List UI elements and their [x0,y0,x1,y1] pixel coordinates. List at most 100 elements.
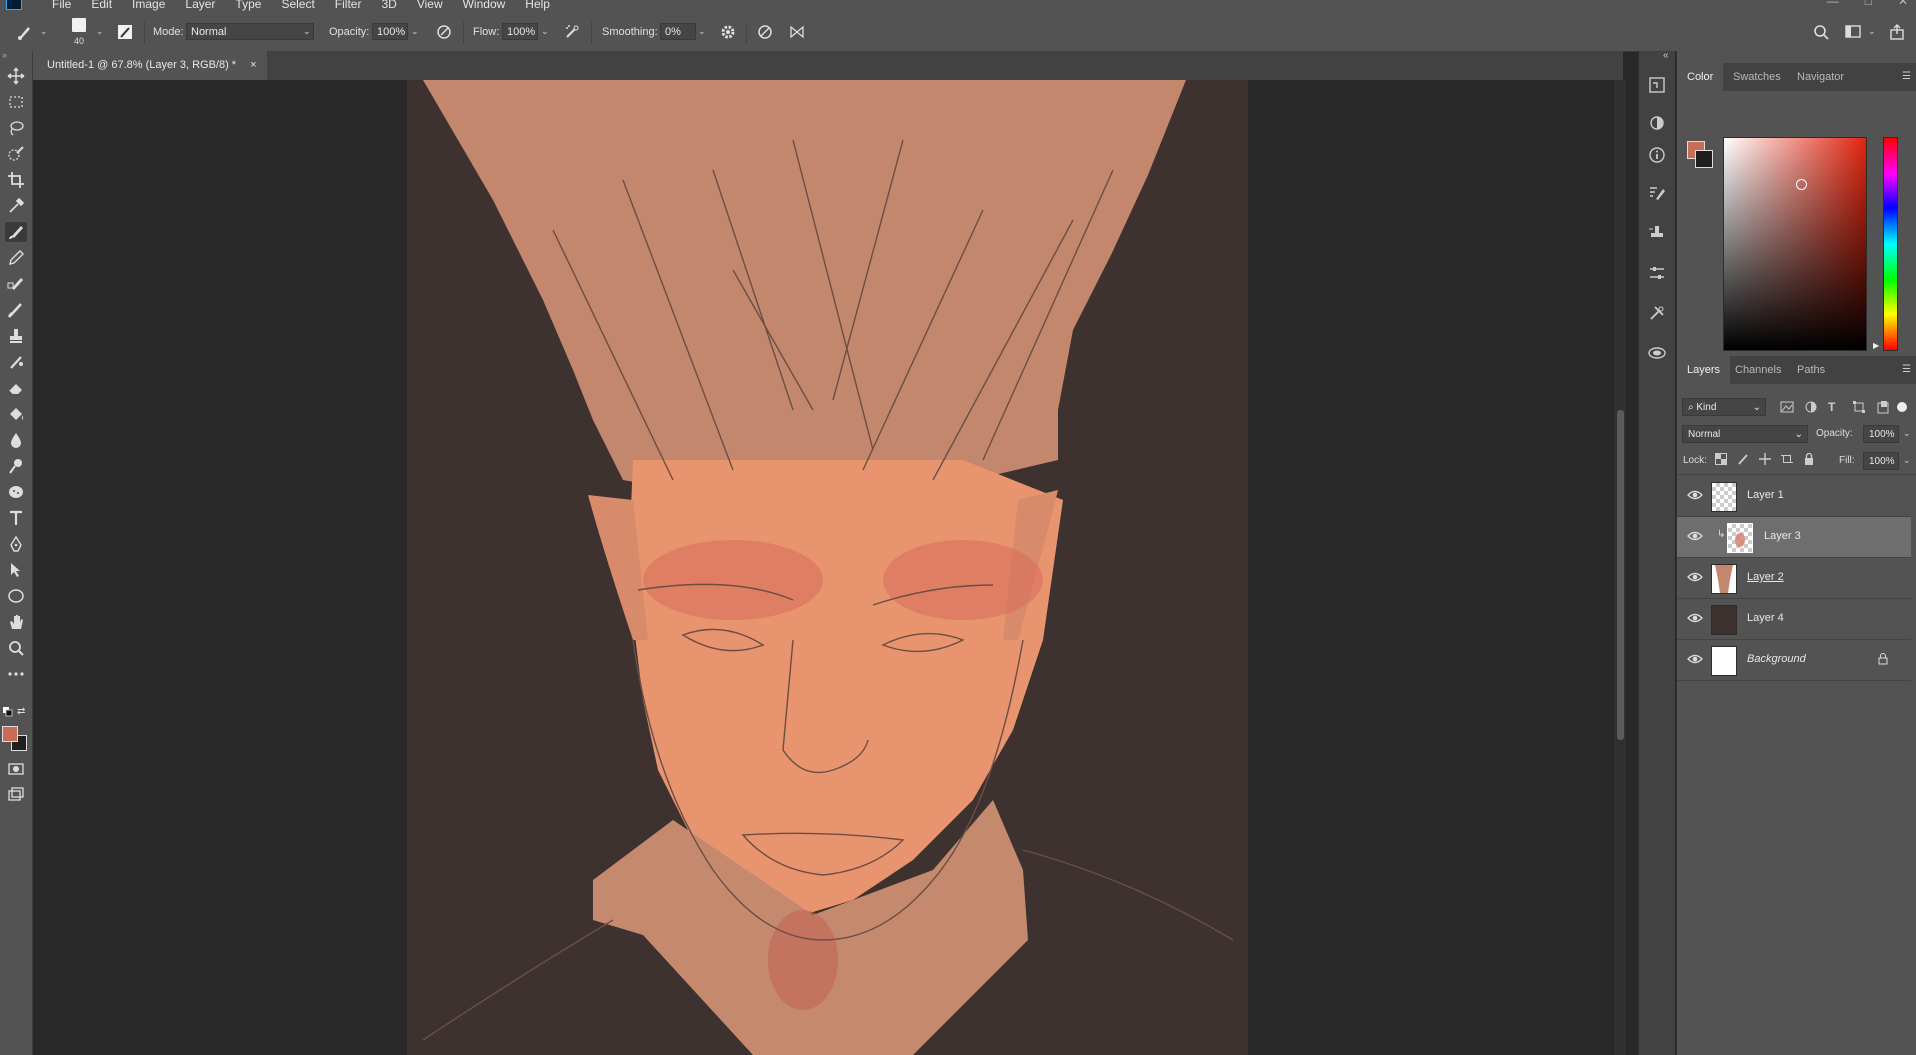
visibility-eye-icon[interactable] [1687,570,1703,584]
filter-type-layer-icon[interactable]: T [1828,400,1842,414]
opacity-field[interactable]: 100% [372,23,408,40]
layer-opacity-field[interactable]: 100% [1863,425,1899,443]
flow-dropdown-icon[interactable]: ⌄ [541,23,549,40]
document-tab[interactable]: Untitled-1 @ 67.8% (Layer 3, RGB/8) * × [33,51,267,80]
flow-field[interactable]: 100% [502,23,538,40]
minimize-icon[interactable]: — [1827,0,1839,8]
pressure-opacity-icon[interactable] [435,23,453,41]
filter-toggle-icon[interactable] [1897,402,1907,412]
visibility-eye-icon[interactable] [1687,611,1703,625]
toolbar-collapse-icon[interactable]: » [2,50,7,60]
layer-filter-kind-select[interactable]: ⌕ Kind ⌄ [1682,398,1766,416]
default-colors-icon[interactable] [3,707,13,717]
paint-bucket-tool-icon[interactable] [5,404,27,424]
brush-tool-icon[interactable] [5,222,27,242]
maximize-icon[interactable]: □ [1865,0,1872,8]
canvas-area[interactable] [33,80,1623,1055]
tab-layers[interactable]: Layers [1677,356,1731,384]
layer-name[interactable]: Layer 3 [1764,530,1801,542]
menu-3d[interactable]: 3D [371,0,406,11]
visibility-eye-icon[interactable] [1687,529,1703,543]
menu-file[interactable]: File [42,0,81,11]
color-picker-field[interactable] [1723,137,1867,351]
mixer-brush-tool-icon[interactable] [5,274,27,294]
tab-channels[interactable]: Channels [1735,356,1781,384]
menu-filter[interactable]: Filter [325,0,372,11]
menu-type[interactable]: Type [225,0,271,11]
filter-smart-object-icon[interactable] [1876,400,1890,414]
crop-tool-icon[interactable] [5,170,27,190]
tab-swatches[interactable]: Swatches [1733,63,1781,91]
layers-panel-menu-icon[interactable]: ☰ [1902,364,1911,375]
tool-preset-dropdown-icon[interactable]: ⌄ [40,23,48,40]
smoothing-options-gear-icon[interactable] [719,23,737,41]
opacity-dropdown-icon[interactable]: ⌄ [411,23,419,40]
info-panel-icon[interactable] [1647,145,1667,165]
lock-position-icon[interactable] [1759,453,1771,465]
close-window-icon[interactable]: ✕ [1898,0,1908,8]
brush-preview-icon[interactable] [72,18,86,32]
smoothing-field[interactable]: 0% [660,23,696,40]
properties-panel-icon[interactable] [1647,263,1667,283]
blend-mode-select[interactable]: Normal ⌄ [1682,425,1808,443]
lock-image-pixels-icon[interactable] [1737,453,1749,465]
hand-tool-icon[interactable] [5,612,27,632]
color-panel-menu-icon[interactable]: ☰ [1902,71,1911,82]
layer-name[interactable]: Background [1747,653,1806,665]
lasso-tool-icon[interactable] [5,118,27,138]
search-icon[interactable] [1812,23,1830,41]
filter-shape-layer-icon[interactable] [1852,400,1866,414]
menu-help[interactable]: Help [515,0,560,11]
workspace-dropdown-icon[interactable]: ⌄ [1868,23,1876,40]
eyedropper-tool-icon[interactable] [5,196,27,216]
rectangular-marquee-tool-icon[interactable] [5,92,27,112]
zoom-tool-icon[interactable] [5,638,27,658]
layer-name[interactable]: Layer 1 [1747,489,1784,501]
layer-row-layer-4[interactable]: Layer 4 [1677,599,1911,640]
fill-field[interactable]: 100% [1863,452,1899,470]
pen-tool-icon[interactable] [5,534,27,554]
fill-dropdown-icon[interactable]: ⌄ [1903,455,1911,466]
quick-mask-icon[interactable] [5,759,27,779]
layer-row-layer-1[interactable]: Layer 1 [1677,476,1911,517]
filter-pixel-layer-icon[interactable] [1780,400,1794,414]
artwork-canvas[interactable] [33,80,1623,1055]
dodge-tool-icon[interactable] [5,456,27,476]
share-icon[interactable] [1888,23,1906,41]
layer-name[interactable]: Layer 4 [1747,612,1784,624]
brush-settings-panel-icon[interactable] [1647,183,1667,203]
color-picker-cursor[interactable] [1796,179,1807,190]
history-panel-icon[interactable] [1647,75,1667,95]
blend-mode-dropdown-icon[interactable]: ⌄ [1795,426,1803,444]
background-color-swatch[interactable] [1695,150,1713,168]
close-document-icon[interactable]: × [250,51,256,80]
filter-adjustment-layer-icon[interactable] [1804,400,1818,414]
tab-color[interactable]: Color [1677,63,1724,91]
menu-select[interactable]: Select [271,0,324,11]
type-tool-icon[interactable] [5,508,27,528]
libraries-panel-icon[interactable] [1647,343,1667,363]
brush-tool-preset-icon[interactable] [16,23,34,41]
tab-paths[interactable]: Paths [1797,356,1825,384]
eraser-tool-icon[interactable] [5,378,27,398]
kind-dropdown-icon[interactable]: ⌄ [1753,399,1761,417]
mode-select[interactable]: Normal [186,23,314,40]
brush-picker-dropdown-icon[interactable]: ⌄ [96,23,104,40]
canvas-vertical-scrollbar[interactable] [1614,80,1626,1055]
layer-row-layer-3[interactable]: ↳ Layer 3 [1677,517,1911,558]
blur-tool-icon[interactable] [5,430,27,450]
swap-colors-icon[interactable]: ⇄ [17,706,29,718]
pressure-size-icon[interactable] [756,23,774,41]
quick-selection-tool-icon[interactable] [5,144,27,164]
move-tool-icon[interactable] [5,66,27,86]
visibility-eye-icon[interactable] [1687,488,1703,502]
layer-row-layer-2[interactable]: Layer 2 [1677,558,1911,599]
menu-layer[interactable]: Layer [175,0,225,11]
brush-settings-panel-icon[interactable] [116,23,134,41]
layer-opacity-dropdown-icon[interactable]: ⌄ [1903,428,1911,439]
tool-presets-panel-icon[interactable] [1647,303,1667,323]
symmetry-butterfly-icon[interactable] [788,23,806,41]
art-history-brush-tool-icon[interactable] [5,352,27,372]
airbrush-icon[interactable] [563,23,581,41]
menu-image[interactable]: Image [122,0,175,11]
